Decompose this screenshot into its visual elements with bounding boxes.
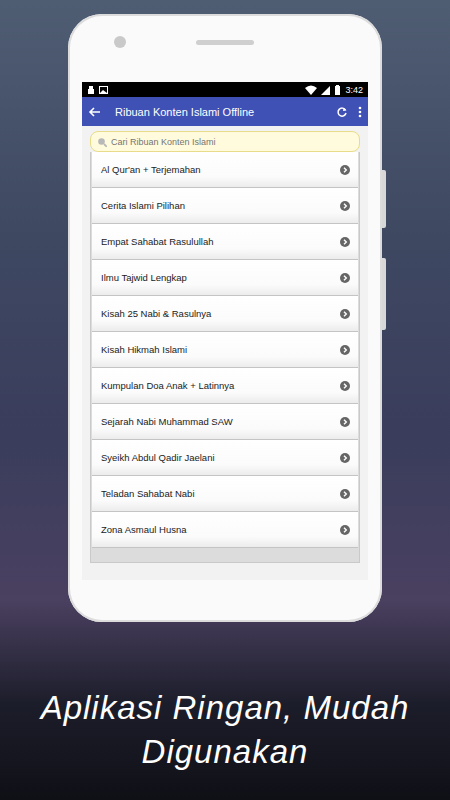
chevron-icon (340, 417, 350, 427)
back-arrow-icon[interactable] (88, 106, 101, 118)
item-label: Cerita Islami Pilihan (101, 200, 185, 211)
notification-icon (87, 85, 95, 95)
app-screen: 3:42 Ribuan Konten Islami Offline Al Qur'a… (82, 82, 368, 580)
list-item[interactable]: Cerita Islami Pilihan (92, 188, 358, 224)
chevron-icon (340, 381, 350, 391)
volume-button (382, 170, 386, 228)
chevron-icon (340, 345, 350, 355)
list-item[interactable]: Ilmu Tajwid Lengkap (92, 260, 358, 296)
chevron-icon (340, 273, 350, 283)
battery-icon (334, 85, 341, 95)
item-label: Kumpulan Doa Anak + Latinnya (101, 380, 234, 391)
item-label: Ilmu Tajwid Lengkap (101, 272, 187, 283)
list-item[interactable]: Zona Asmaul Husna (92, 512, 358, 548)
list-item[interactable]: Kisah 25 Nabi & Rasulnya (92, 296, 358, 332)
item-label: Empat Sahabat Rasulullah (101, 236, 214, 247)
list-item[interactable]: Al Qur'an + Terjemahan (92, 152, 358, 188)
content-list: Al Qur'an + Terjemahan Cerita Islami Pili… (90, 152, 360, 563)
search-input[interactable] (111, 137, 353, 147)
camera-icon (114, 36, 126, 48)
status-left (87, 85, 108, 95)
more-icon[interactable] (358, 106, 362, 118)
list-item[interactable]: Syeikh Abdul Qadir Jaelani (92, 440, 358, 476)
item-label: Syeikh Abdul Qadir Jaelani (101, 452, 215, 463)
status-bar: 3:42 (82, 82, 368, 97)
app-bar: Ribuan Konten Islami Offline (82, 97, 368, 126)
item-label: Kisah 25 Nabi & Rasulnya (101, 308, 211, 319)
caption: Aplikasi Ringan, MudahDigunakan (41, 686, 410, 774)
content: Al Qur'an + Terjemahan Cerita Islami Pili… (82, 126, 368, 580)
list-item[interactable]: Kisah Hikmah Islami (92, 332, 358, 368)
search-icon (97, 137, 107, 147)
chevron-icon (340, 309, 350, 319)
image-icon (99, 85, 108, 95)
caption-line: Aplikasi Ringan, Mudah (41, 686, 410, 730)
item-label: Al Qur'an + Terjemahan (101, 164, 201, 175)
chevron-icon (340, 489, 350, 499)
list-item[interactable]: Teladan Sahabat Nabi (92, 476, 358, 512)
chevron-icon (340, 165, 350, 175)
app-actions (336, 106, 362, 118)
chevron-icon (340, 237, 350, 247)
item-label: Zona Asmaul Husna (101, 524, 187, 535)
chevron-icon (340, 453, 350, 463)
search-field (90, 131, 360, 152)
status-right: 3:42 (305, 85, 363, 95)
signal-icon (321, 85, 330, 95)
clock: 3:42 (345, 85, 363, 95)
list-item[interactable]: Kumpulan Doa Anak + Latinnya (92, 368, 358, 404)
caption-line: Digunakan (142, 730, 309, 774)
chevron-icon (340, 525, 350, 535)
phone-frame: 3:42 Ribuan Konten Islami Offline Al Qur'a… (68, 14, 382, 622)
list-item[interactable]: Sejarah Nabi Muhammad SAW (92, 404, 358, 440)
speaker-icon (196, 40, 254, 45)
item-label: Teladan Sahabat Nabi (101, 488, 195, 499)
item-label: Sejarah Nabi Muhammad SAW (101, 416, 233, 427)
item-label: Kisah Hikmah Islami (101, 344, 187, 355)
list-item[interactable]: Empat Sahabat Rasulullah (92, 224, 358, 260)
refresh-icon[interactable] (336, 106, 348, 118)
chevron-icon (340, 201, 350, 211)
app-title: Ribuan Konten Islami Offline (115, 106, 322, 118)
power-button (382, 258, 386, 330)
wifi-icon (305, 85, 317, 95)
